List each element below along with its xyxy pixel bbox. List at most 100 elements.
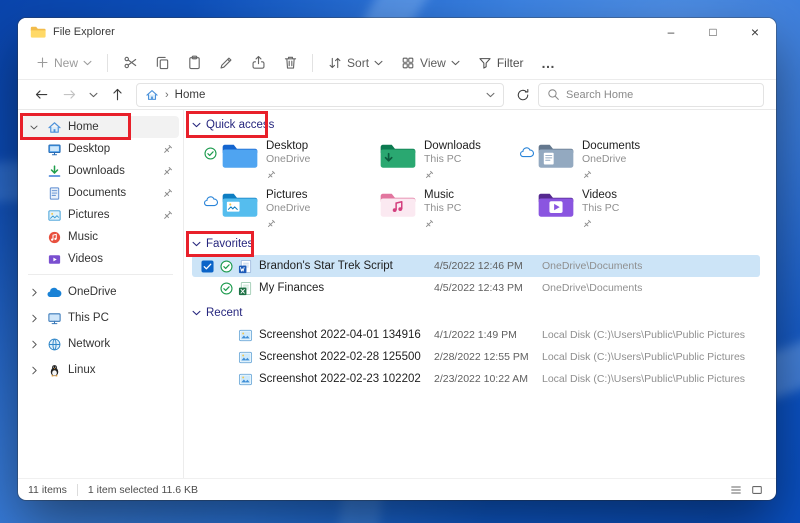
window-body: Home Desktop	[18, 110, 776, 478]
plus-icon	[36, 56, 49, 69]
file-row-brandons-star-trek-script[interactable]: Brandon's Star Trek Script 4/5/2022 12:4…	[192, 255, 760, 277]
section-header-recent[interactable]: Recent	[192, 304, 766, 322]
refresh-button[interactable]	[510, 83, 536, 107]
folder-icon-music	[379, 187, 417, 225]
navigation-bar: › Home	[18, 80, 776, 110]
network-icon	[46, 336, 62, 352]
sidebar-item-network[interactable]: Network	[22, 331, 179, 357]
sidebar-item-label: Network	[68, 338, 110, 350]
chevron-right-icon[interactable]	[28, 314, 40, 323]
large-thumbnails-view-button[interactable]	[748, 482, 766, 498]
pin-icon	[266, 167, 310, 185]
sidebar-item-this-pc[interactable]: This PC	[22, 305, 179, 331]
sidebar-item-label: This PC	[68, 312, 109, 324]
breadcrumb-separator: ›	[165, 89, 169, 101]
folder-icon-pictures	[221, 187, 259, 225]
sidebar-item-label: OneDrive	[68, 286, 117, 298]
maximize-button[interactable]: □	[692, 18, 734, 46]
statusbar-separator	[77, 484, 78, 496]
status-spacer	[360, 187, 376, 196]
chevron-down-icon	[83, 60, 92, 66]
paste-button[interactable]	[179, 49, 209, 77]
file-row-my-finances[interactable]: My Finances 4/5/2022 12:43 PM OneDrive\D…	[192, 277, 760, 299]
chevron-down-icon[interactable]	[28, 125, 40, 130]
folder-location: This PC	[582, 202, 619, 214]
chevron-right-icon[interactable]	[28, 288, 40, 297]
file-name: Screenshot 2022-04-01 134916	[259, 329, 434, 341]
sidebar-item-label: Home	[68, 121, 99, 133]
pin-icon	[162, 188, 173, 199]
word-document-icon	[237, 259, 253, 274]
sidebar-item-downloads[interactable]: Downloads	[22, 160, 179, 182]
share-button[interactable]	[243, 49, 273, 77]
new-button[interactable]: New	[28, 51, 100, 75]
filter-button[interactable]: Filter	[470, 51, 532, 75]
delete-button[interactable]	[275, 49, 305, 77]
details-view-button[interactable]	[727, 482, 745, 498]
selection-summary: 1 item selected 11.6 KB	[88, 484, 198, 496]
arrow-up-icon	[110, 87, 125, 102]
sync-check-icon	[218, 260, 234, 273]
chevron-down-icon	[451, 60, 460, 66]
rename-button[interactable]	[211, 49, 241, 77]
folder-tile-videos[interactable]: Videos This PC	[518, 187, 676, 229]
view-button[interactable]: View	[393, 51, 468, 75]
folder-location: This PC	[424, 153, 481, 165]
section-header-quick-access[interactable]: Quick access	[192, 116, 766, 134]
section-header-favorites[interactable]: Favorites	[192, 235, 766, 253]
folder-icon-documents	[537, 138, 575, 176]
sidebar-item-linux[interactable]: Linux	[22, 357, 179, 383]
close-button[interactable]: ×	[734, 18, 776, 46]
minimize-button[interactable]: –	[650, 18, 692, 46]
search-box[interactable]	[538, 83, 764, 107]
sidebar-item-home[interactable]: Home	[22, 116, 179, 138]
chevron-right-icon[interactable]	[28, 340, 40, 349]
titlebar[interactable]: File Explorer – □ ×	[18, 18, 776, 46]
window-controls: – □ ×	[650, 18, 776, 46]
image-file-icon	[237, 372, 253, 387]
sidebar-item-label: Videos	[68, 253, 103, 265]
folder-icon-videos	[537, 187, 575, 225]
copy-button[interactable]	[147, 49, 177, 77]
address-bar[interactable]: › Home	[136, 83, 504, 107]
folder-tile-desktop[interactable]: Desktop OneDrive	[202, 138, 360, 180]
recent-locations-button[interactable]	[84, 83, 102, 107]
more-options-button[interactable]: …	[534, 49, 564, 77]
sidebar-item-music[interactable]: Music	[22, 226, 179, 248]
sidebar-divider	[28, 274, 173, 275]
folder-tile-music[interactable]: Music This PC	[360, 187, 518, 229]
sidebar-item-videos[interactable]: Videos	[22, 248, 179, 270]
cut-button[interactable]	[115, 49, 145, 77]
status-spacer	[518, 187, 534, 196]
file-date-modified: 4/5/2022 12:46 PM	[434, 260, 542, 272]
sidebar-item-onedrive[interactable]: OneDrive	[22, 279, 179, 305]
search-input[interactable]	[566, 89, 755, 101]
file-row-screenshot-2022-02-28[interactable]: Screenshot 2022-02-28 125500 2/28/2022 1…	[192, 346, 760, 368]
sync-check-icon	[218, 282, 234, 295]
section-label: Quick access	[206, 119, 274, 131]
refresh-icon	[516, 88, 530, 102]
folder-tile-downloads[interactable]: Downloads This PC	[360, 138, 518, 180]
back-button[interactable]	[28, 83, 54, 107]
up-button[interactable]	[104, 83, 130, 107]
music-icon	[46, 229, 62, 245]
chevron-right-icon[interactable]	[28, 366, 40, 375]
forward-button[interactable]	[56, 83, 82, 107]
sidebar-item-desktop[interactable]: Desktop	[22, 138, 179, 160]
file-row-screenshot-2022-02-23[interactable]: Screenshot 2022-02-23 102202 2/23/2022 1…	[192, 368, 760, 390]
desktop-wallpaper: File Explorer – □ × New	[0, 0, 800, 523]
sort-button[interactable]: Sort	[320, 51, 391, 75]
folder-location: This PC	[424, 202, 461, 214]
file-row-screenshot-2022-04-01[interactable]: Screenshot 2022-04-01 134916 4/1/2022 1:…	[192, 324, 760, 346]
command-bar: New	[18, 46, 776, 80]
onedrive-icon	[46, 284, 62, 300]
sidebar-item-pictures[interactable]: Pictures	[22, 204, 179, 226]
folder-tile-documents[interactable]: Documents OneDrive	[518, 138, 676, 180]
breadcrumb-home[interactable]: Home	[175, 89, 206, 101]
folder-tile-pictures[interactable]: Pictures OneDrive	[202, 187, 360, 229]
home-icon	[145, 88, 159, 102]
folder-location: OneDrive	[266, 153, 310, 165]
chevron-down-icon[interactable]	[486, 92, 495, 98]
checkbox-checked-icon[interactable]	[200, 260, 214, 273]
sidebar-item-documents[interactable]: Documents	[22, 182, 179, 204]
